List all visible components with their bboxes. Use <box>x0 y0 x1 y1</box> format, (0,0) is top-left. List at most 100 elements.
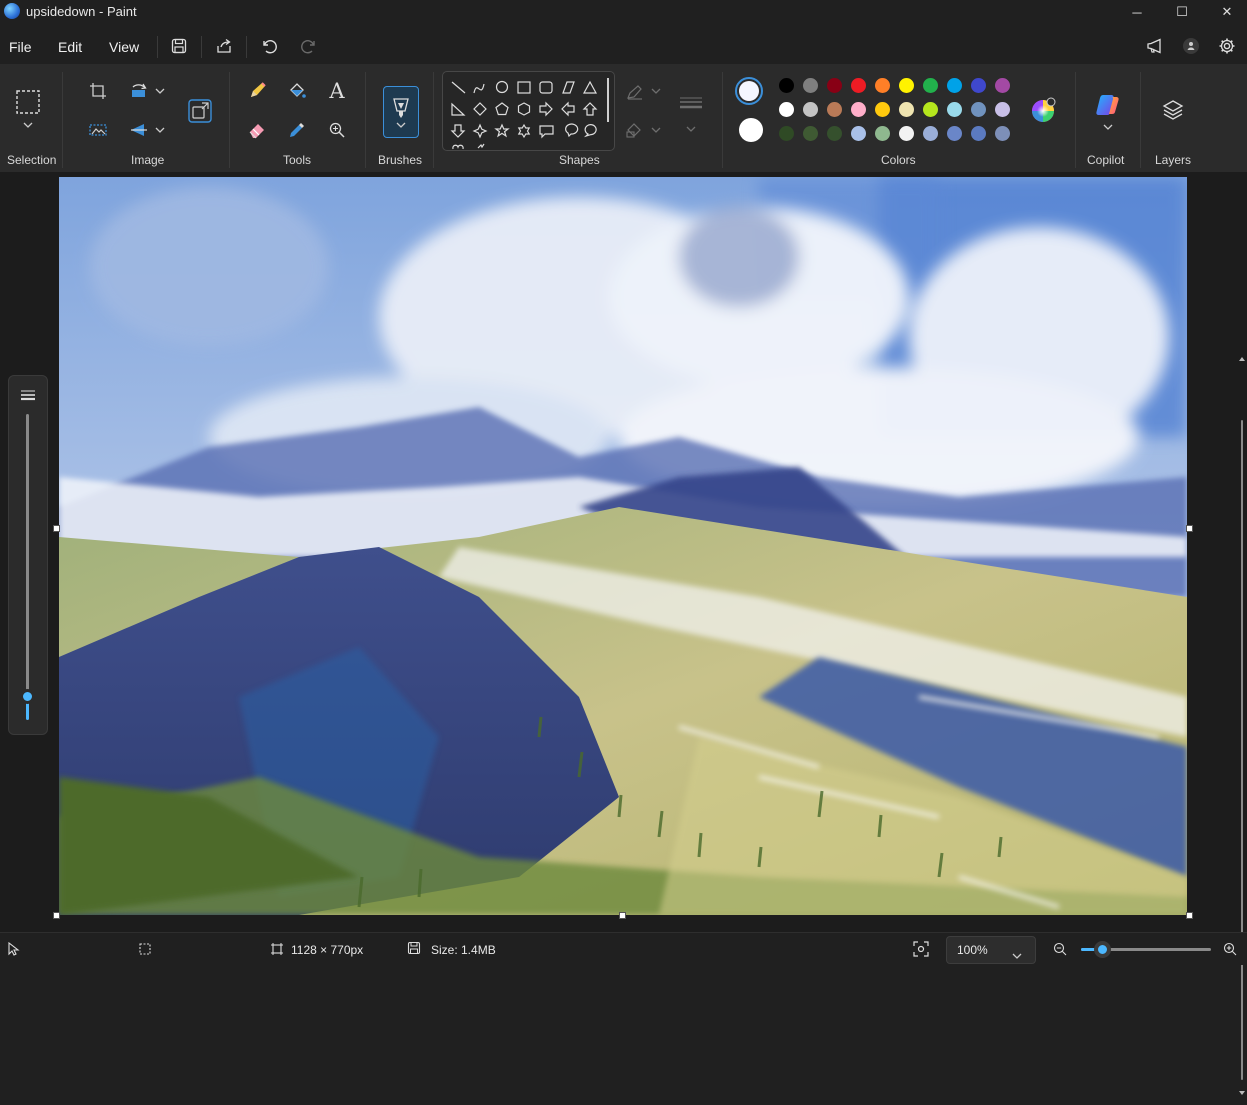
resize-handle-bottom[interactable] <box>619 912 626 919</box>
shape-left-arrow-icon[interactable] <box>561 101 575 117</box>
palette-color-swatch[interactable] <box>971 102 986 117</box>
palette-color-swatch[interactable] <box>995 78 1010 93</box>
redo-icon[interactable] <box>298 35 320 57</box>
rotate-icon[interactable] <box>128 81 150 101</box>
eraser-icon[interactable] <box>246 119 268 141</box>
shape-rounded-rectangle-icon[interactable] <box>539 81 553 94</box>
palette-color-swatch[interactable] <box>923 102 938 117</box>
shape-five-point-star-icon[interactable] <box>494 123 510 138</box>
palette-color-swatch[interactable] <box>875 126 890 141</box>
save-icon[interactable] <box>168 35 190 57</box>
resize-image-icon[interactable] <box>186 97 214 125</box>
shape-fill-icon[interactable] <box>624 120 646 140</box>
resize-handle-bottom-left[interactable] <box>53 912 60 919</box>
palette-color-swatch[interactable] <box>875 78 890 93</box>
palette-color-swatch[interactable] <box>803 126 818 141</box>
fit-to-window-icon[interactable] <box>912 940 930 958</box>
canvas-painting[interactable] <box>59 177 1187 915</box>
brush-size-slider-thumb[interactable] <box>20 689 35 704</box>
zoom-in-icon[interactable] <box>1222 941 1238 957</box>
pencil-icon[interactable] <box>246 80 268 102</box>
resize-handle-bottom-right[interactable] <box>1186 912 1193 919</box>
feedback-megaphone-icon[interactable] <box>1144 35 1166 57</box>
palette-color-swatch[interactable] <box>899 126 914 141</box>
zoom-out-icon[interactable] <box>1052 941 1068 957</box>
palette-color-swatch[interactable] <box>851 102 866 117</box>
shape-diamond-icon[interactable] <box>473 102 487 116</box>
background-removal-icon[interactable] <box>88 120 108 140</box>
shape-triangle-icon[interactable] <box>582 80 598 94</box>
crop-icon[interactable] <box>88 81 108 101</box>
stroke-size-chevron-down-icon[interactable] <box>685 124 697 134</box>
maximize-button[interactable]: ☐ <box>1159 0 1205 24</box>
rotate-chevron-down-icon[interactable] <box>154 86 166 96</box>
flip-icon[interactable] <box>128 120 150 140</box>
palette-color-swatch[interactable] <box>827 78 842 93</box>
palette-color-swatch[interactable] <box>875 102 890 117</box>
settings-gear-icon[interactable] <box>1216 35 1238 57</box>
resize-handle-left[interactable] <box>53 525 60 532</box>
shape-rectangle-icon[interactable] <box>517 81 531 94</box>
shape-heart-icon[interactable] <box>452 144 464 150</box>
palette-color-swatch[interactable] <box>779 102 794 117</box>
brush-size-slider-track[interactable] <box>26 414 29 714</box>
fill-bucket-icon[interactable] <box>286 80 308 102</box>
zoom-level-dropdown[interactable]: 100% <box>946 936 1036 964</box>
shape-oval-callout-icon[interactable] <box>565 123 579 138</box>
color-picker-eyedropper-icon[interactable] <box>286 119 308 141</box>
palette-color-swatch[interactable] <box>971 126 986 141</box>
undo-icon[interactable] <box>258 35 280 57</box>
palette-color-swatch[interactable] <box>779 78 794 93</box>
shape-hexagon-icon[interactable] <box>517 102 531 116</box>
shape-rectangular-callout-icon[interactable] <box>539 125 554 139</box>
copilot-chevron-down-icon[interactable] <box>1102 122 1114 132</box>
palette-color-swatch[interactable] <box>995 102 1010 117</box>
palette-color-swatch[interactable] <box>923 126 938 141</box>
flip-chevron-down-icon[interactable] <box>154 125 166 135</box>
secondary-color-swatch[interactable] <box>739 118 763 142</box>
share-icon[interactable] <box>213 35 235 57</box>
palette-color-swatch[interactable] <box>971 78 986 93</box>
selection-rectangle-icon[interactable] <box>14 88 42 116</box>
shape-lightning-icon[interactable] <box>477 143 485 149</box>
shape-four-point-star-icon[interactable] <box>472 123 488 139</box>
vertical-scrollbar[interactable] <box>1237 352 1247 1100</box>
shape-curve-icon[interactable] <box>473 83 485 94</box>
shape-outline-icon[interactable] <box>624 82 646 102</box>
palette-color-swatch[interactable] <box>803 102 818 117</box>
shape-up-arrow-icon[interactable] <box>582 102 598 116</box>
text-tool-icon[interactable]: A <box>326 79 348 103</box>
shape-outline-chevron-down-icon[interactable] <box>650 86 662 96</box>
edit-colors-rainbow-icon[interactable] <box>1029 96 1057 124</box>
menu-edit[interactable]: Edit <box>58 39 82 55</box>
palette-color-swatch[interactable] <box>827 102 842 117</box>
resize-handle-right[interactable] <box>1186 525 1193 532</box>
palette-color-swatch[interactable] <box>995 126 1010 141</box>
palette-color-swatch[interactable] <box>827 126 842 141</box>
shape-fill-chevron-down-icon[interactable] <box>650 125 662 135</box>
palette-color-swatch[interactable] <box>779 126 794 141</box>
menu-view[interactable]: View <box>109 39 139 55</box>
copilot-icon[interactable] <box>1093 91 1123 119</box>
stroke-size-icon[interactable] <box>677 94 705 114</box>
close-button[interactable]: ✕ <box>1204 0 1247 24</box>
shape-cloud-callout-icon[interactable] <box>583 124 597 138</box>
layers-icon[interactable] <box>1159 97 1187 123</box>
magnifier-zoom-icon[interactable] <box>326 119 348 141</box>
zoom-slider-thumb[interactable] <box>1094 941 1111 958</box>
shape-oval-icon[interactable] <box>495 80 509 94</box>
palette-color-swatch[interactable] <box>899 78 914 93</box>
shape-pentagon-icon[interactable] <box>495 102 509 116</box>
palette-color-swatch[interactable] <box>851 126 866 141</box>
shape-right-triangle-icon[interactable] <box>451 102 466 116</box>
palette-color-swatch[interactable] <box>947 78 962 93</box>
palette-color-swatch[interactable] <box>947 102 962 117</box>
canvas-workspace[interactable] <box>0 172 1247 1095</box>
menu-file[interactable]: File <box>9 39 32 55</box>
selection-chevron-down-icon[interactable] <box>20 120 36 130</box>
shape-line-icon[interactable] <box>451 81 466 94</box>
shape-polygon-icon[interactable] <box>562 81 575 94</box>
brushes-button[interactable] <box>383 86 419 138</box>
minimize-button[interactable]: ─ <box>1114 0 1160 24</box>
palette-color-swatch[interactable] <box>947 126 962 141</box>
